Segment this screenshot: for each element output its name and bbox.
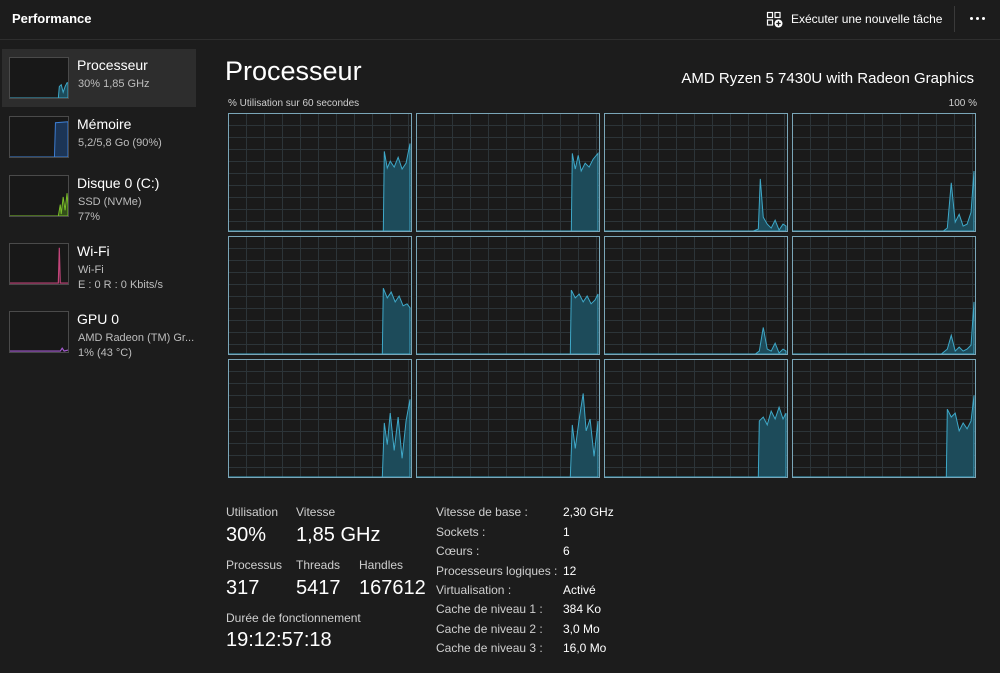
sidebar-item-title: Wi-Fi <box>77 243 110 259</box>
processes-label: Processus <box>226 558 283 572</box>
core-graph-7 <box>604 236 788 355</box>
sidebar-item-memoire[interactable]: Mémoire 5,2/5,8 Go (90%) <box>2 108 196 166</box>
spec-key-l1-cache: Cache de niveau 1 : <box>436 602 543 616</box>
spec-value-l3-cache: 16,0 Mo <box>563 641 607 655</box>
toolbar-divider <box>954 6 955 32</box>
run-new-task-button[interactable]: Exécuter une nouvelle tâche <box>766 8 942 30</box>
performance-sidebar: Processeur 30% 1,85 GHz Mémoire 5,2/5,8 … <box>0 41 200 673</box>
memory-thumbnail-graph <box>9 116 69 158</box>
cpu-thumbnail-graph <box>9 57 69 99</box>
task-manager-window: Performance Exécuter une nouvelle tâche <box>0 0 1000 673</box>
more-options-icon <box>969 16 973 20</box>
threads-label: Threads <box>296 558 341 572</box>
spec-value-sockets: 1 <box>563 525 570 539</box>
utilisation-value: 30% <box>226 524 267 546</box>
sidebar-item-detail-2: 1% (43 °C) <box>78 347 132 359</box>
speed-value: 1,85 GHz <box>296 524 381 546</box>
sidebar-item-disque[interactable]: Disque 0 (C:) SSD (NVMe) 77% <box>2 167 196 225</box>
core-graph-5 <box>228 236 412 355</box>
spec-key-cores: Cœurs : <box>436 544 480 558</box>
spec-key-virtualisation: Virtualisation : <box>436 583 512 597</box>
core-graph-8 <box>792 236 976 355</box>
utilisation-label: Utilisation <box>226 505 279 519</box>
sidebar-item-title: Disque 0 (C:) <box>77 175 160 191</box>
core-graph-12 <box>792 359 976 478</box>
threads-value: 5417 <box>296 577 341 599</box>
sidebar-item-detail-2: E : 0 R : 0 Kbits/s <box>78 279 163 291</box>
sidebar-item-detail: Wi-Fi <box>78 264 104 276</box>
core-graph-2 <box>416 113 600 232</box>
sidebar-item-detail: AMD Radeon (TM) Gr... <box>78 332 195 344</box>
sidebar-item-title: GPU 0 <box>77 311 120 327</box>
sidebar-item-detail: 30% 1,85 GHz <box>78 78 150 90</box>
spec-value-cores: 6 <box>563 544 570 558</box>
spec-key-base-speed: Vitesse de base : <box>436 505 528 519</box>
core-graph-3 <box>604 113 788 232</box>
run-task-icon <box>766 11 783 27</box>
run-new-task-label: Exécuter une nouvelle tâche <box>791 12 943 26</box>
spec-value-logical-processors: 12 <box>563 564 577 578</box>
sidebar-item-detail-2: 77% <box>78 211 101 223</box>
uptime-label: Durée de fonctionnement <box>226 611 361 625</box>
processes-value: 317 <box>226 577 260 599</box>
sidebar-item-title: Mémoire <box>77 116 132 132</box>
spec-key-sockets: Sockets : <box>436 525 486 539</box>
core-graph-9 <box>228 359 412 478</box>
spec-key-l2-cache: Cache de niveau 2 : <box>436 622 543 636</box>
logical-processor-graphs <box>228 113 977 478</box>
spec-value-virtualisation: Activé <box>563 583 596 597</box>
sidebar-item-detail: SSD (NVMe) <box>78 196 142 208</box>
core-graph-6 <box>416 236 600 355</box>
spec-value-base-speed: 2,30 GHz <box>563 505 614 519</box>
top-bar: Performance Exécuter une nouvelle tâche <box>0 0 1000 40</box>
core-graph-10 <box>416 359 600 478</box>
core-graph-1 <box>228 113 412 232</box>
uptime-value: 19:12:57:18 <box>226 629 332 651</box>
core-graph-4 <box>792 113 976 232</box>
spec-key-logical-processors: Processeurs logiques : <box>436 564 558 578</box>
core-graph-11 <box>604 359 788 478</box>
gpu-thumbnail-graph <box>9 311 69 353</box>
more-options-button[interactable] <box>962 6 992 30</box>
utilisation-graph-label: % Utilisation sur 60 secondes <box>228 98 360 109</box>
wifi-thumbnail-graph <box>9 243 69 285</box>
utilisation-graph-max: 100 % <box>948 98 977 109</box>
sidebar-item-wifi[interactable]: Wi-Fi Wi-Fi E : 0 R : 0 Kbits/s <box>2 235 196 293</box>
cpu-model-name: AMD Ryzen 5 7430U with Radeon Graphics <box>681 70 974 87</box>
sidebar-item-title: Processeur <box>77 57 148 73</box>
page-title: Performance <box>12 11 92 26</box>
handles-value: 167612 <box>359 577 426 599</box>
main-title: Processeur <box>225 56 362 86</box>
spec-value-l2-cache: 3,0 Mo <box>563 622 600 636</box>
sidebar-item-gpu[interactable]: GPU 0 AMD Radeon (TM) Gr... 1% (43 °C) <box>2 303 196 361</box>
speed-label: Vitesse <box>296 505 336 519</box>
sidebar-item-detail: 5,2/5,8 Go (90%) <box>78 137 162 149</box>
spec-key-l3-cache: Cache de niveau 3 : <box>436 641 543 655</box>
disk-thumbnail-graph <box>9 175 69 217</box>
spec-value-l1-cache: 384 Ko <box>563 602 602 616</box>
sidebar-item-processeur[interactable]: Processeur 30% 1,85 GHz <box>2 49 196 107</box>
handles-label: Handles <box>359 558 404 572</box>
